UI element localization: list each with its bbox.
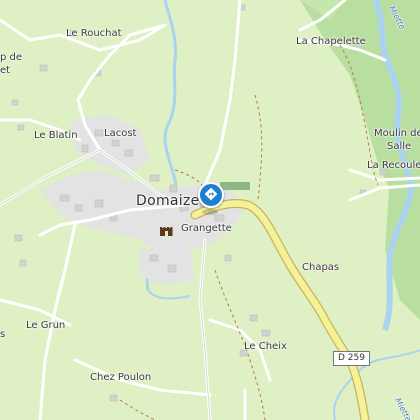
place-label-salle: Salle [387, 141, 412, 152]
place-label-grangette: Grangette [181, 223, 232, 234]
place-label-partial-p-de: p de [0, 52, 23, 63]
place-label-chez-poulon: Chez Poulon [90, 372, 152, 383]
place-label-moulin-de: Moulin de [374, 128, 420, 139]
location-pin-icon[interactable] [198, 182, 224, 208]
castle-icon[interactable] [160, 221, 173, 236]
map-view[interactable]: Le Rouchat La Chapelette p de et Le Blat… [0, 0, 420, 420]
place-label-le-blatin: Le Blatin [34, 130, 78, 141]
place-label-la-recoule: La Recoule [367, 160, 420, 171]
place-label-la-chapelette: La Chapelette [296, 36, 366, 47]
town-label-domaize[interactable]: Domaize [136, 194, 200, 208]
place-label-partial-s: s [0, 329, 6, 340]
place-label-le-grun: Le Grun [26, 320, 66, 331]
place-label-le-cheix: Le Cheix [244, 341, 287, 352]
road-shield-d259: D 259 [333, 351, 370, 366]
place-label-chapas: Chapas [302, 262, 340, 273]
place-label-lacost: Lacost [104, 128, 137, 139]
place-label-le-rouchat: Le Rouchat [66, 28, 122, 39]
place-label-partial-et: et [0, 65, 11, 76]
